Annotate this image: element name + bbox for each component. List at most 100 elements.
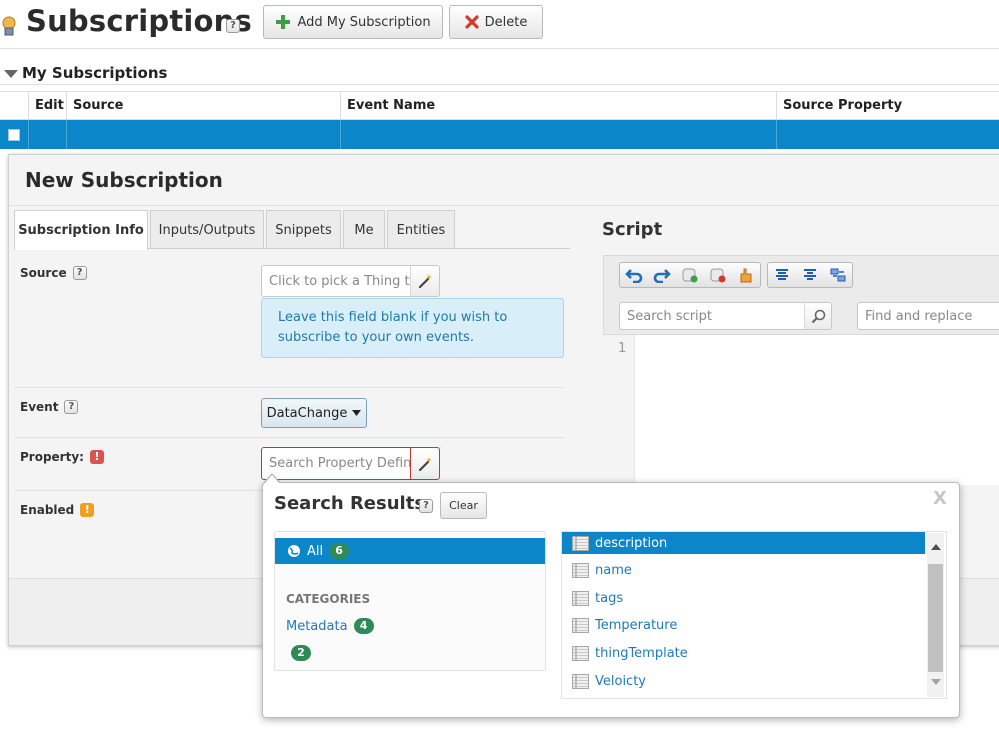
clear-button[interactable]: Clear [440,492,487,519]
format-tool-group [767,262,853,288]
popup-pointer-fill [264,475,280,484]
property-icon [572,673,589,689]
search-script-button[interactable] [804,302,832,330]
source-picker-button[interactable] [410,265,440,297]
magic-wand-icon [418,456,432,471]
find-replace-input[interactable]: Find and replace [857,302,999,330]
enabled-label-group: Enabled ! [20,503,95,517]
event-help-icon[interactable]: ? [64,400,79,414]
row-checkbox[interactable] [8,129,20,141]
format-icon[interactable] [824,263,852,287]
list-item[interactable]: tags [572,587,623,609]
line-number: 1 [618,341,627,356]
category-metadata[interactable]: Metadata 4 [286,618,374,634]
event-dropdown-value: DataChange [266,405,348,421]
property-search-input[interactable]: Search Property Defini [261,447,411,480]
property-icon [572,562,589,578]
result-label: name [595,562,632,578]
property-icon [572,645,589,661]
editor-gutter [603,335,635,485]
new-subscription-title: New Subscription [25,168,223,192]
script-toolbar: Search script Find and replace [603,255,999,335]
list-item[interactable]: Temperature [572,614,677,636]
globe-icon [288,545,300,557]
property-label: Property: [20,450,84,464]
align-left-icon[interactable] [768,263,796,287]
source-info-message: Leave this field blank if you wish to su… [261,298,564,358]
column-header-event-name[interactable]: Event Name [340,92,776,120]
source-help-icon[interactable]: ? [72,266,87,280]
list-item[interactable]: Veloicty [572,670,646,692]
cell-divider [28,120,29,149]
close-icon[interactable]: X [933,488,947,509]
align-center-icon[interactable] [796,263,824,287]
redo-icon[interactable] [648,263,676,287]
property-icon [572,617,589,633]
tab-entities[interactable]: Entities [387,210,455,249]
section-divider [0,84,999,85]
row-divider [14,387,564,388]
column-header-source[interactable]: Source [66,92,340,120]
source-input[interactable]: Click to pick a Thing to [261,265,411,297]
scroll-down-icon[interactable] [931,679,941,685]
add-snippet-icon[interactable] [676,263,704,287]
collapse-triangle-icon[interactable] [4,70,18,78]
add-my-subscription-button[interactable]: Add My Subscription [263,5,443,39]
category-metadata-count: 4 [353,618,374,634]
property-icon [572,590,589,606]
table-row[interactable] [0,120,999,149]
category-unnamed[interactable]: 2 [291,645,311,661]
cell-divider [776,120,777,149]
event-label: Event [20,400,59,414]
grid-header: Edit Source Event Name Source Property [0,91,999,120]
page-title: Subscriptions [26,4,252,38]
search-script-input[interactable]: Search script [619,302,805,330]
category-all[interactable]: All 6 [275,538,545,564]
help-icon[interactable]: ? [226,17,240,33]
list-item[interactable]: description [562,532,925,554]
result-label: description [595,535,668,551]
category-unnamed-count: 2 [291,645,311,661]
magic-wand-icon [418,274,432,289]
delete-label: Delete [484,14,528,30]
source-label: Source [20,266,67,280]
search-results-help-icon[interactable]: ? [419,497,433,513]
category-all-count: 6 [329,543,350,559]
subscriptions-icon [2,16,16,36]
enabled-warning-icon: ! [80,503,95,517]
remove-snippet-icon[interactable] [704,263,732,287]
event-dropdown[interactable]: DataChange [261,398,367,428]
category-all-label: All [307,543,324,559]
event-label-group: Event ? [20,400,79,414]
row-divider [14,490,264,491]
scroll-up-icon[interactable] [931,544,941,550]
list-item[interactable]: thingTemplate [572,642,688,664]
tab-snippets[interactable]: Snippets [266,210,341,249]
active-tab-joint [15,248,147,250]
header-divider [0,48,999,49]
my-subscriptions-title: My Subscriptions [22,64,168,82]
result-label: Temperature [595,617,678,633]
undo-icon[interactable] [620,263,648,287]
caret-down-icon [352,410,362,416]
result-label: thingTemplate [595,645,688,661]
panel-divider [9,205,999,206]
tab-subscription-info[interactable]: Subscription Info [14,210,148,250]
property-picker-button[interactable] [410,447,440,480]
delete-button[interactable]: Delete [449,5,543,39]
category-metadata-label: Metadata [286,618,348,634]
script-editor[interactable] [603,335,999,485]
column-header-source-property[interactable]: Source Property [776,92,999,120]
column-header-edit[interactable]: Edit [28,92,66,120]
result-label: Veloicty [595,673,646,689]
property-error-icon: ! [89,450,104,464]
tab-inputs-outputs[interactable]: Inputs/Outputs [150,210,264,249]
cell-divider [66,120,67,149]
tab-me[interactable]: Me [343,210,385,249]
list-item[interactable]: name [572,559,632,581]
categories-heading: CATEGORIES [286,592,371,606]
property-icon [572,535,589,551]
hand-icon[interactable] [732,263,760,287]
enabled-label: Enabled [20,503,75,517]
scrollbar-thumb[interactable] [928,564,943,672]
